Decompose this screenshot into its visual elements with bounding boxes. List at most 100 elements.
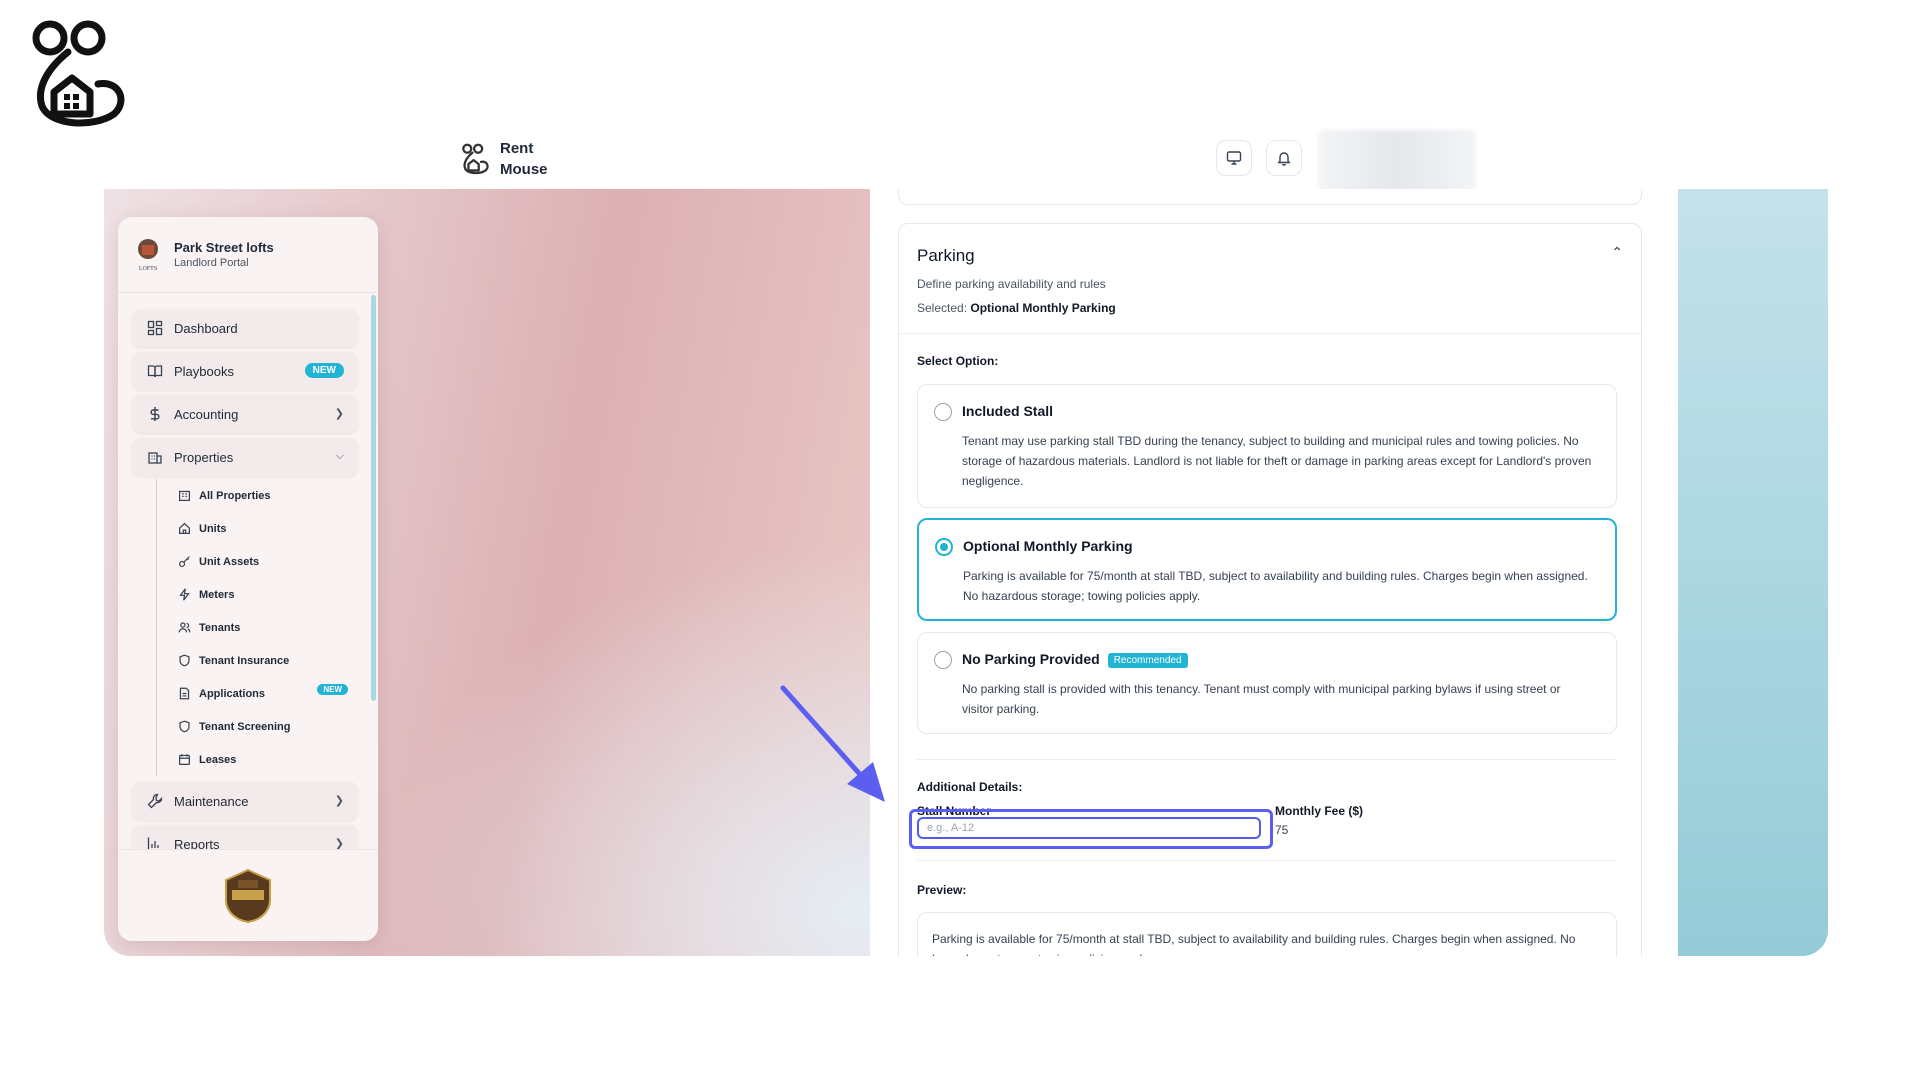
chevron-right-icon: ❯ bbox=[334, 408, 344, 420]
rentmouse-logo-icon bbox=[462, 143, 489, 175]
sidebar-subitem-label: Meters bbox=[199, 588, 235, 601]
divider bbox=[917, 759, 1617, 760]
brand-name: Rent Mouse bbox=[500, 140, 548, 178]
sidebar-subitem-units[interactable]: Units bbox=[177, 512, 358, 545]
sidebar-subitem-all-properties[interactable]: All Properties bbox=[177, 479, 358, 512]
chevron-down-icon: ⌵ bbox=[335, 450, 344, 462]
sidebar-footer bbox=[118, 849, 378, 941]
parking-card-header[interactable]: Parking Define parking availability and … bbox=[899, 224, 1641, 334]
notifications-button[interactable] bbox=[1266, 140, 1302, 176]
svg-text:LOFTS: LOFTS bbox=[139, 266, 157, 272]
wrench-icon bbox=[146, 792, 164, 810]
sidebar-item-accounting[interactable]: Accounting ❯ bbox=[132, 395, 358, 433]
dashboard-grid-icon bbox=[146, 319, 164, 337]
building-small-icon bbox=[177, 489, 191, 503]
selected-value: Optional Monthly Parking bbox=[970, 301, 1116, 315]
org-switcher[interactable]: LOFTS Park Street lofts Landlord Portal bbox=[118, 217, 378, 293]
additional-details-label: Additional Details: bbox=[917, 780, 1023, 794]
preview-text: Parking is available for 75/month at sta… bbox=[917, 912, 1617, 956]
divider bbox=[917, 860, 1617, 861]
sidebar-subitem-label: Applications bbox=[199, 687, 266, 700]
content-panel: Parking Define parking availability and … bbox=[870, 189, 1678, 956]
stall-number-input[interactable] bbox=[917, 817, 1261, 839]
annotation-arrow-icon bbox=[780, 685, 885, 802]
radio-included-stall[interactable] bbox=[934, 403, 952, 421]
sidebar-subitem-label: Tenants bbox=[199, 621, 241, 634]
new-badge: NEW bbox=[304, 363, 344, 378]
sidebar-scrollbar[interactable] bbox=[371, 295, 376, 701]
sidebar-subitem-label: All Properties bbox=[199, 489, 271, 502]
select-option-label: Select Option: bbox=[917, 354, 999, 368]
option-title: Included Stall bbox=[962, 403, 1054, 419]
radio-no-parking[interactable] bbox=[934, 651, 952, 669]
selected-prefix: Selected: bbox=[917, 301, 968, 315]
sidebar-item-properties[interactable]: Properties ⌵ bbox=[132, 438, 358, 476]
sidebar: LOFTS Park Street lofts Landlord Portal … bbox=[118, 217, 378, 941]
sidebar-subitem-label: Units bbox=[199, 522, 227, 535]
brand[interactable]: Rent Mouse bbox=[460, 138, 548, 180]
sidebar-subitem-meters[interactable]: Meters bbox=[177, 578, 358, 611]
sidebar-item-playbooks[interactable]: Playbooks NEW bbox=[132, 352, 358, 390]
previous-section-card bbox=[898, 189, 1642, 205]
dollar-icon bbox=[146, 405, 164, 423]
selected-summary: Selected: Optional Monthly Parking bbox=[917, 301, 1623, 315]
user-menu[interactable] bbox=[1318, 130, 1476, 192]
sidebar-item-label: Dashboard bbox=[174, 320, 238, 336]
document-icon bbox=[177, 687, 191, 701]
sidebar-subitem-tenant-screening[interactable]: Tenant Screening bbox=[177, 710, 358, 743]
display-button[interactable] bbox=[1216, 140, 1252, 176]
option-optional-monthly-parking[interactable]: Optional Monthly Parking Parking is avai… bbox=[917, 518, 1617, 621]
sidebar-subitem-label: Leases bbox=[199, 753, 237, 766]
lightning-icon bbox=[177, 588, 191, 602]
sidebar-item-label: Accounting bbox=[174, 406, 239, 422]
sidebar-subitem-unit-assets[interactable]: Unit Assets bbox=[177, 545, 358, 578]
option-title-row: No Parking Provided Recommended bbox=[962, 651, 1188, 668]
preview-label: Preview: bbox=[917, 883, 967, 897]
option-description: Tenant may use parking stall TBD during … bbox=[962, 434, 1592, 488]
sidebar-subitem-label: Tenant Screening bbox=[199, 720, 291, 733]
calendar-icon bbox=[177, 753, 191, 767]
background-right bbox=[1660, 189, 1828, 956]
org-name: Park Street lofts bbox=[174, 240, 274, 255]
recommended-badge: Recommended bbox=[1107, 653, 1188, 668]
sidebar-subitem-label: Tenant Insurance bbox=[199, 654, 290, 667]
option-title: No Parking Provided bbox=[962, 651, 1100, 667]
sidebar-item-maintenance[interactable]: Maintenance ❯ bbox=[132, 782, 358, 820]
option-included-stall[interactable]: Included Stall Tenant may use parking st… bbox=[917, 384, 1617, 508]
shield-check-icon bbox=[177, 720, 191, 734]
chevron-up-icon[interactable]: ⌃ bbox=[1611, 244, 1623, 261]
parking-card: Parking Define parking availability and … bbox=[898, 223, 1642, 956]
sidebar-nav: Dashboard Playbooks NEW Accounting ❯ Pro… bbox=[132, 309, 358, 868]
section-title: Parking bbox=[917, 246, 975, 265]
monthly-fee-input[interactable] bbox=[1275, 820, 1617, 840]
sidebar-subitem-tenants[interactable]: Tenants bbox=[177, 611, 358, 644]
sidebar-subitem-leases[interactable]: Leases bbox=[177, 743, 358, 776]
radio-optional-monthly-parking[interactable] bbox=[935, 538, 953, 556]
properties-subnav: All Properties Units Unit Assets Meters … bbox=[156, 479, 358, 776]
sidebar-subitem-applications[interactable]: Applications NEW bbox=[177, 677, 358, 710]
option-description: No parking stall is provided with this t… bbox=[962, 682, 1561, 716]
sidebar-subitem-tenant-insurance[interactable]: Tenant Insurance bbox=[177, 644, 358, 677]
option-title: Optional Monthly Parking bbox=[963, 538, 1133, 554]
bell-icon bbox=[1277, 152, 1291, 166]
new-badge: NEW bbox=[317, 684, 348, 695]
monitor-icon bbox=[1226, 151, 1242, 165]
section-description: Define parking availability and rules bbox=[917, 277, 1106, 291]
option-description: Parking is available for 75/month at sta… bbox=[963, 569, 1588, 603]
option-no-parking-provided[interactable]: No Parking Provided Recommended No parkin… bbox=[917, 632, 1617, 734]
monthly-fee-label: Monthly Fee ($) bbox=[1275, 804, 1364, 818]
book-open-icon bbox=[146, 362, 164, 380]
sidebar-subitem-label: Unit Assets bbox=[199, 555, 260, 568]
key-icon bbox=[177, 555, 191, 569]
sidebar-item-dashboard[interactable]: Dashboard bbox=[132, 309, 358, 347]
sidebar-item-label: Properties bbox=[174, 449, 234, 465]
building-icon bbox=[146, 448, 164, 466]
app-frame: LOFTS Park Street lofts Landlord Portal … bbox=[104, 189, 1828, 956]
chevron-right-icon: ❯ bbox=[334, 795, 344, 807]
users-icon bbox=[177, 621, 191, 635]
sidebar-item-label: Playbooks bbox=[174, 363, 234, 379]
shield-icon bbox=[177, 654, 191, 668]
top-header: Rent Mouse bbox=[104, 128, 1828, 192]
sidebar-item-label: Maintenance bbox=[174, 793, 249, 809]
org-subtitle: Landlord Portal bbox=[174, 257, 249, 269]
